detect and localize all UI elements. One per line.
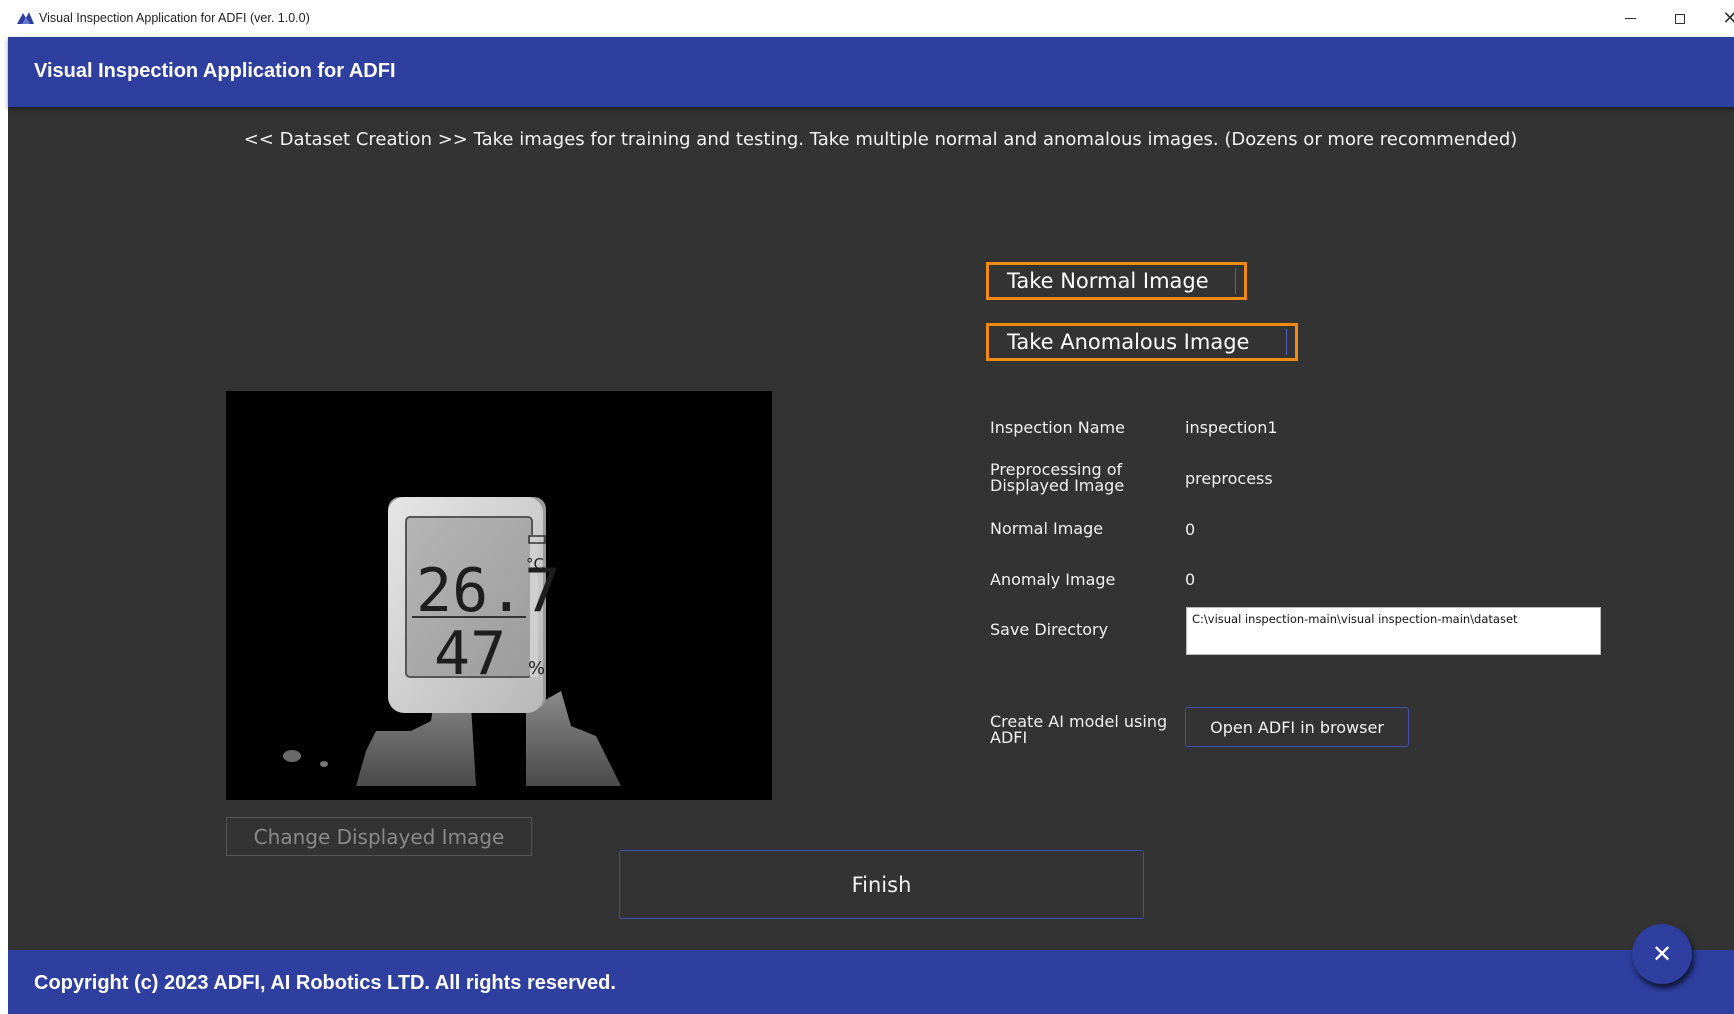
preprocessing-value: preprocess bbox=[1185, 469, 1273, 488]
debris-shape bbox=[283, 750, 301, 762]
take-anomalous-image-button[interactable]: Take Anomalous Image bbox=[986, 323, 1298, 361]
close-icon: ✕ bbox=[1722, 7, 1734, 29]
take-normal-image-label: Take Normal Image bbox=[1007, 269, 1209, 293]
focus-indicator bbox=[1235, 268, 1236, 294]
focus-indicator bbox=[1286, 329, 1287, 355]
create-ai-label-line2: ADFI bbox=[990, 728, 1028, 747]
preview-image: 26.7 °C 47 % bbox=[226, 391, 772, 800]
window-minimize-button[interactable] bbox=[1606, 0, 1654, 37]
debris-shape bbox=[320, 761, 328, 767]
app-title: Visual Inspection Application for ADFI bbox=[34, 60, 396, 82]
anomaly-image-count: 0 bbox=[1185, 570, 1196, 589]
adfi-logo-icon bbox=[17, 12, 34, 24]
anomaly-image-label: Anomaly Image bbox=[990, 570, 1116, 589]
open-adfi-browser-button[interactable]: Open ADFI in browser bbox=[1185, 707, 1409, 747]
take-anomalous-image-label: Take Anomalous Image bbox=[1007, 330, 1250, 354]
app-content: Visual Inspection Application for ADFI <… bbox=[8, 37, 1734, 1014]
save-directory-value: C:\visual inspection-main\visual inspect… bbox=[1192, 612, 1518, 626]
inspection-name-value: inspection1 bbox=[1185, 418, 1278, 437]
copyright-text: Copyright (c) 2023 ADFI, AI Robotics LTD… bbox=[34, 972, 616, 994]
floating-close-button[interactable]: ✕ bbox=[1632, 924, 1692, 984]
take-normal-image-button[interactable]: Take Normal Image bbox=[986, 262, 1247, 300]
window-titlebar: Visual Inspection Application for ADFI (… bbox=[0, 0, 1734, 37]
app-footer: Copyright (c) 2023 ADFI, AI Robotics LTD… bbox=[8, 950, 1734, 1014]
save-directory-field[interactable]: C:\visual inspection-main\visual inspect… bbox=[1186, 607, 1601, 655]
inspection-name-label: Inspection Name bbox=[990, 418, 1125, 437]
application-window: Visual Inspection Application for ADFI (… bbox=[0, 0, 1734, 1014]
finish-button[interactable]: Finish bbox=[619, 850, 1144, 919]
preprocessing-label-line2: Displayed Image bbox=[990, 476, 1125, 495]
lcd-humidity: 47 bbox=[434, 619, 506, 689]
normal-image-label: Normal Image bbox=[990, 519, 1104, 538]
change-displayed-image-button[interactable]: Change Displayed Image bbox=[226, 817, 532, 856]
close-icon: ✕ bbox=[1651, 940, 1673, 968]
window-close-button[interactable]: ✕ bbox=[1706, 0, 1734, 37]
camera-preview: 26.7 °C 47 % bbox=[226, 391, 772, 800]
window-maximize-button[interactable] bbox=[1656, 0, 1704, 37]
lcd-humidity-unit: % bbox=[528, 658, 545, 679]
minimize-icon bbox=[1624, 18, 1636, 19]
normal-image-count: 0 bbox=[1185, 520, 1196, 539]
save-directory-label: Save Directory bbox=[990, 620, 1109, 639]
window-title: Visual Inspection Application for ADFI (… bbox=[39, 11, 310, 25]
app-header: Visual Inspection Application for ADFI bbox=[8, 37, 1734, 107]
instruction-text: << Dataset Creation >> Take images for t… bbox=[243, 129, 1518, 150]
lcd-temp-unit: °C bbox=[526, 555, 544, 573]
maximize-icon bbox=[1675, 13, 1685, 24]
